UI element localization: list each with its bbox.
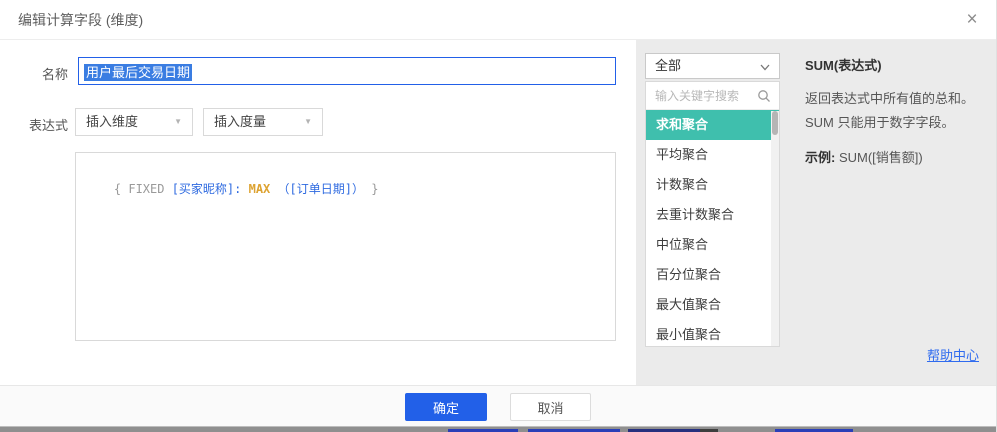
list-item-min[interactable]: 最小值聚合 (646, 320, 779, 347)
insert-dimension-dropdown[interactable]: 插入维度 ▼ (75, 108, 193, 136)
list-item-percentile[interactable]: 百分位聚合 (646, 260, 779, 290)
insert-measure-label: 插入度量 (214, 114, 266, 129)
dialog-title: 编辑计算字段 (维度) (18, 0, 143, 40)
background-page-edge (0, 426, 996, 432)
cancel-button[interactable]: 取消 (510, 393, 591, 421)
function-description: SUM(表达式) 返回表达式中所有值的总和。SUM 只能用于数字字段。 示例: … (805, 55, 987, 168)
list-scrollbar-track[interactable] (771, 111, 779, 346)
help-center-link[interactable]: 帮助中心 (927, 345, 979, 364)
name-input-selected-text: 用户最后交易日期 (84, 64, 192, 81)
dialog-titlebar: 编辑计算字段 (维度) × (0, 0, 996, 40)
chevron-down-icon: ▼ (304, 109, 312, 135)
name-input[interactable]: 用户最后交易日期 (78, 57, 616, 85)
function-example: 示例: SUM([销售额]) (805, 148, 987, 168)
search-icon (757, 89, 771, 103)
ok-button[interactable]: 确定 (405, 393, 487, 421)
list-item-count-distinct[interactable]: 去重计数聚合 (646, 200, 779, 230)
close-icon[interactable]: × (960, 8, 984, 32)
formula-field-buyer: [买家昵称]: (172, 182, 249, 196)
function-list: 求和聚合 平均聚合 计数聚合 去重计数聚合 中位聚合 百分位聚合 最大值聚合 最… (645, 81, 780, 347)
category-filter-dropdown[interactable]: 全部 (645, 53, 780, 79)
function-reference-panel: 全部 求和聚合 平均聚合 计数聚合 去重计数聚合 中位聚合 百分位聚合 最大值聚… (636, 40, 997, 385)
formula-brace-close: } (364, 182, 378, 196)
function-signature: SUM(表达式) (805, 55, 987, 74)
insert-dimension-label: 插入维度 (86, 114, 138, 129)
function-search (646, 82, 779, 110)
expression-label: 表达式 (18, 115, 68, 134)
category-filter-value: 全部 (655, 58, 681, 73)
list-item-max[interactable]: 最大值聚合 (646, 290, 779, 320)
function-description-text: 返回表达式中所有值的总和。SUM 只能用于数字字段。 (805, 87, 987, 135)
list-item-avg[interactable]: 平均聚合 (646, 140, 779, 170)
formula-field-orderdate: （[订单日期]） (278, 182, 364, 196)
formula-keyword-fixed: { FIXED (114, 182, 172, 196)
example-label: 示例: (805, 150, 835, 165)
name-label: 名称 (18, 64, 68, 83)
formula-function-max: MAX (249, 182, 278, 196)
chevron-down-icon (759, 61, 771, 73)
list-scrollbar-thumb[interactable] (772, 111, 778, 135)
edit-calculated-field-dialog: 编辑计算字段 (维度) × 名称 用户最后交易日期 表达式 插入维度 ▼ 插入度… (0, 0, 997, 432)
example-value: SUM([销售额]) (835, 150, 922, 165)
dialog-footer: 确定 取消 (0, 385, 996, 426)
insert-measure-dropdown[interactable]: 插入度量 ▼ (203, 108, 323, 136)
chevron-down-icon: ▼ (174, 109, 182, 135)
list-item-sum[interactable]: 求和聚合 (646, 110, 779, 140)
formula-editor[interactable]: { FIXED [买家昵称]: MAX （[订单日期]） } (75, 152, 616, 341)
list-item-count[interactable]: 计数聚合 (646, 170, 779, 200)
list-item-median[interactable]: 中位聚合 (646, 230, 779, 260)
